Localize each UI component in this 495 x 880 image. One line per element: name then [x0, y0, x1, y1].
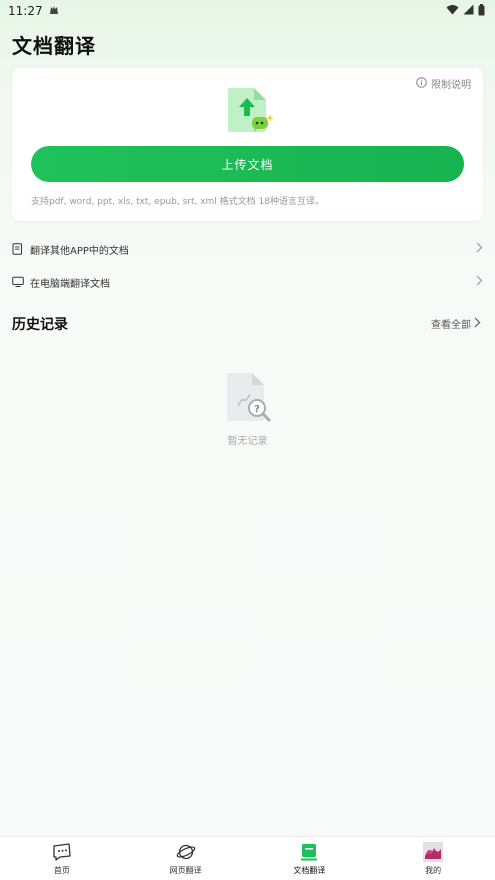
- menu-label: 在电脑端翻译文档: [30, 278, 110, 290]
- menu-translate-from-other-app[interactable]: 翻译其他APP中的文档: [12, 238, 483, 260]
- nav-label: 文档翻译: [293, 866, 326, 875]
- info-icon: [416, 76, 427, 91]
- document-icon: [12, 243, 24, 255]
- nav-label: 首页: [53, 866, 70, 875]
- chat-icon: [51, 841, 73, 863]
- monitor-icon: [12, 276, 24, 288]
- status-time: 11:27: [8, 4, 43, 18]
- limit-info-link[interactable]: 限制说明: [416, 76, 471, 91]
- chevron-right-icon: [476, 242, 483, 256]
- history-title: 历史记录: [12, 317, 68, 333]
- chevron-right-icon: [474, 317, 481, 331]
- status-bar: 11:27: [0, 0, 495, 22]
- menu-label: 翻译其他APP中的文档: [30, 245, 129, 257]
- signal-icon: [463, 4, 474, 18]
- supported-formats-text: 支持pdf, word, ppt, xls, txt, epub, srt, x…: [31, 197, 324, 207]
- view-all-label: 查看全部: [431, 320, 471, 331]
- nav-document-translate[interactable]: 文档翻译: [248, 837, 372, 880]
- page-title: 文档翻译: [12, 34, 96, 58]
- nav-label: 网页翻译: [169, 866, 202, 875]
- upload-document-button[interactable]: 上传文档: [31, 146, 464, 182]
- empty-history-text: 暂无记录: [227, 436, 268, 447]
- nav-home[interactable]: 首页: [0, 837, 124, 880]
- nav-label: 我的: [425, 866, 442, 875]
- view-all-link[interactable]: 查看全部: [431, 316, 481, 331]
- notification-icon: [49, 4, 59, 18]
- svg-text:?: ?: [254, 404, 260, 415]
- nav-web-translate[interactable]: 网页翻译: [124, 837, 248, 880]
- menu-translate-on-computer[interactable]: 在电脑端翻译文档: [12, 271, 483, 293]
- wifi-icon: [446, 4, 459, 18]
- upload-card: 限制说明 上传文档 支持pdf, word, ppt, xls, txt, ep…: [12, 68, 483, 221]
- chevron-right-icon: [476, 275, 483, 289]
- planet-icon: [175, 841, 197, 863]
- limit-label: 限制说明: [431, 80, 471, 91]
- battery-icon: [478, 3, 485, 19]
- avatar: [422, 841, 444, 863]
- upload-document-icon: [224, 86, 276, 138]
- nav-profile[interactable]: 我的: [371, 837, 495, 880]
- bottom-navigation: 首页 网页翻译 文档翻译 我的: [0, 836, 495, 880]
- empty-history-icon: ?: [224, 372, 272, 424]
- document-translate-icon: [298, 841, 320, 863]
